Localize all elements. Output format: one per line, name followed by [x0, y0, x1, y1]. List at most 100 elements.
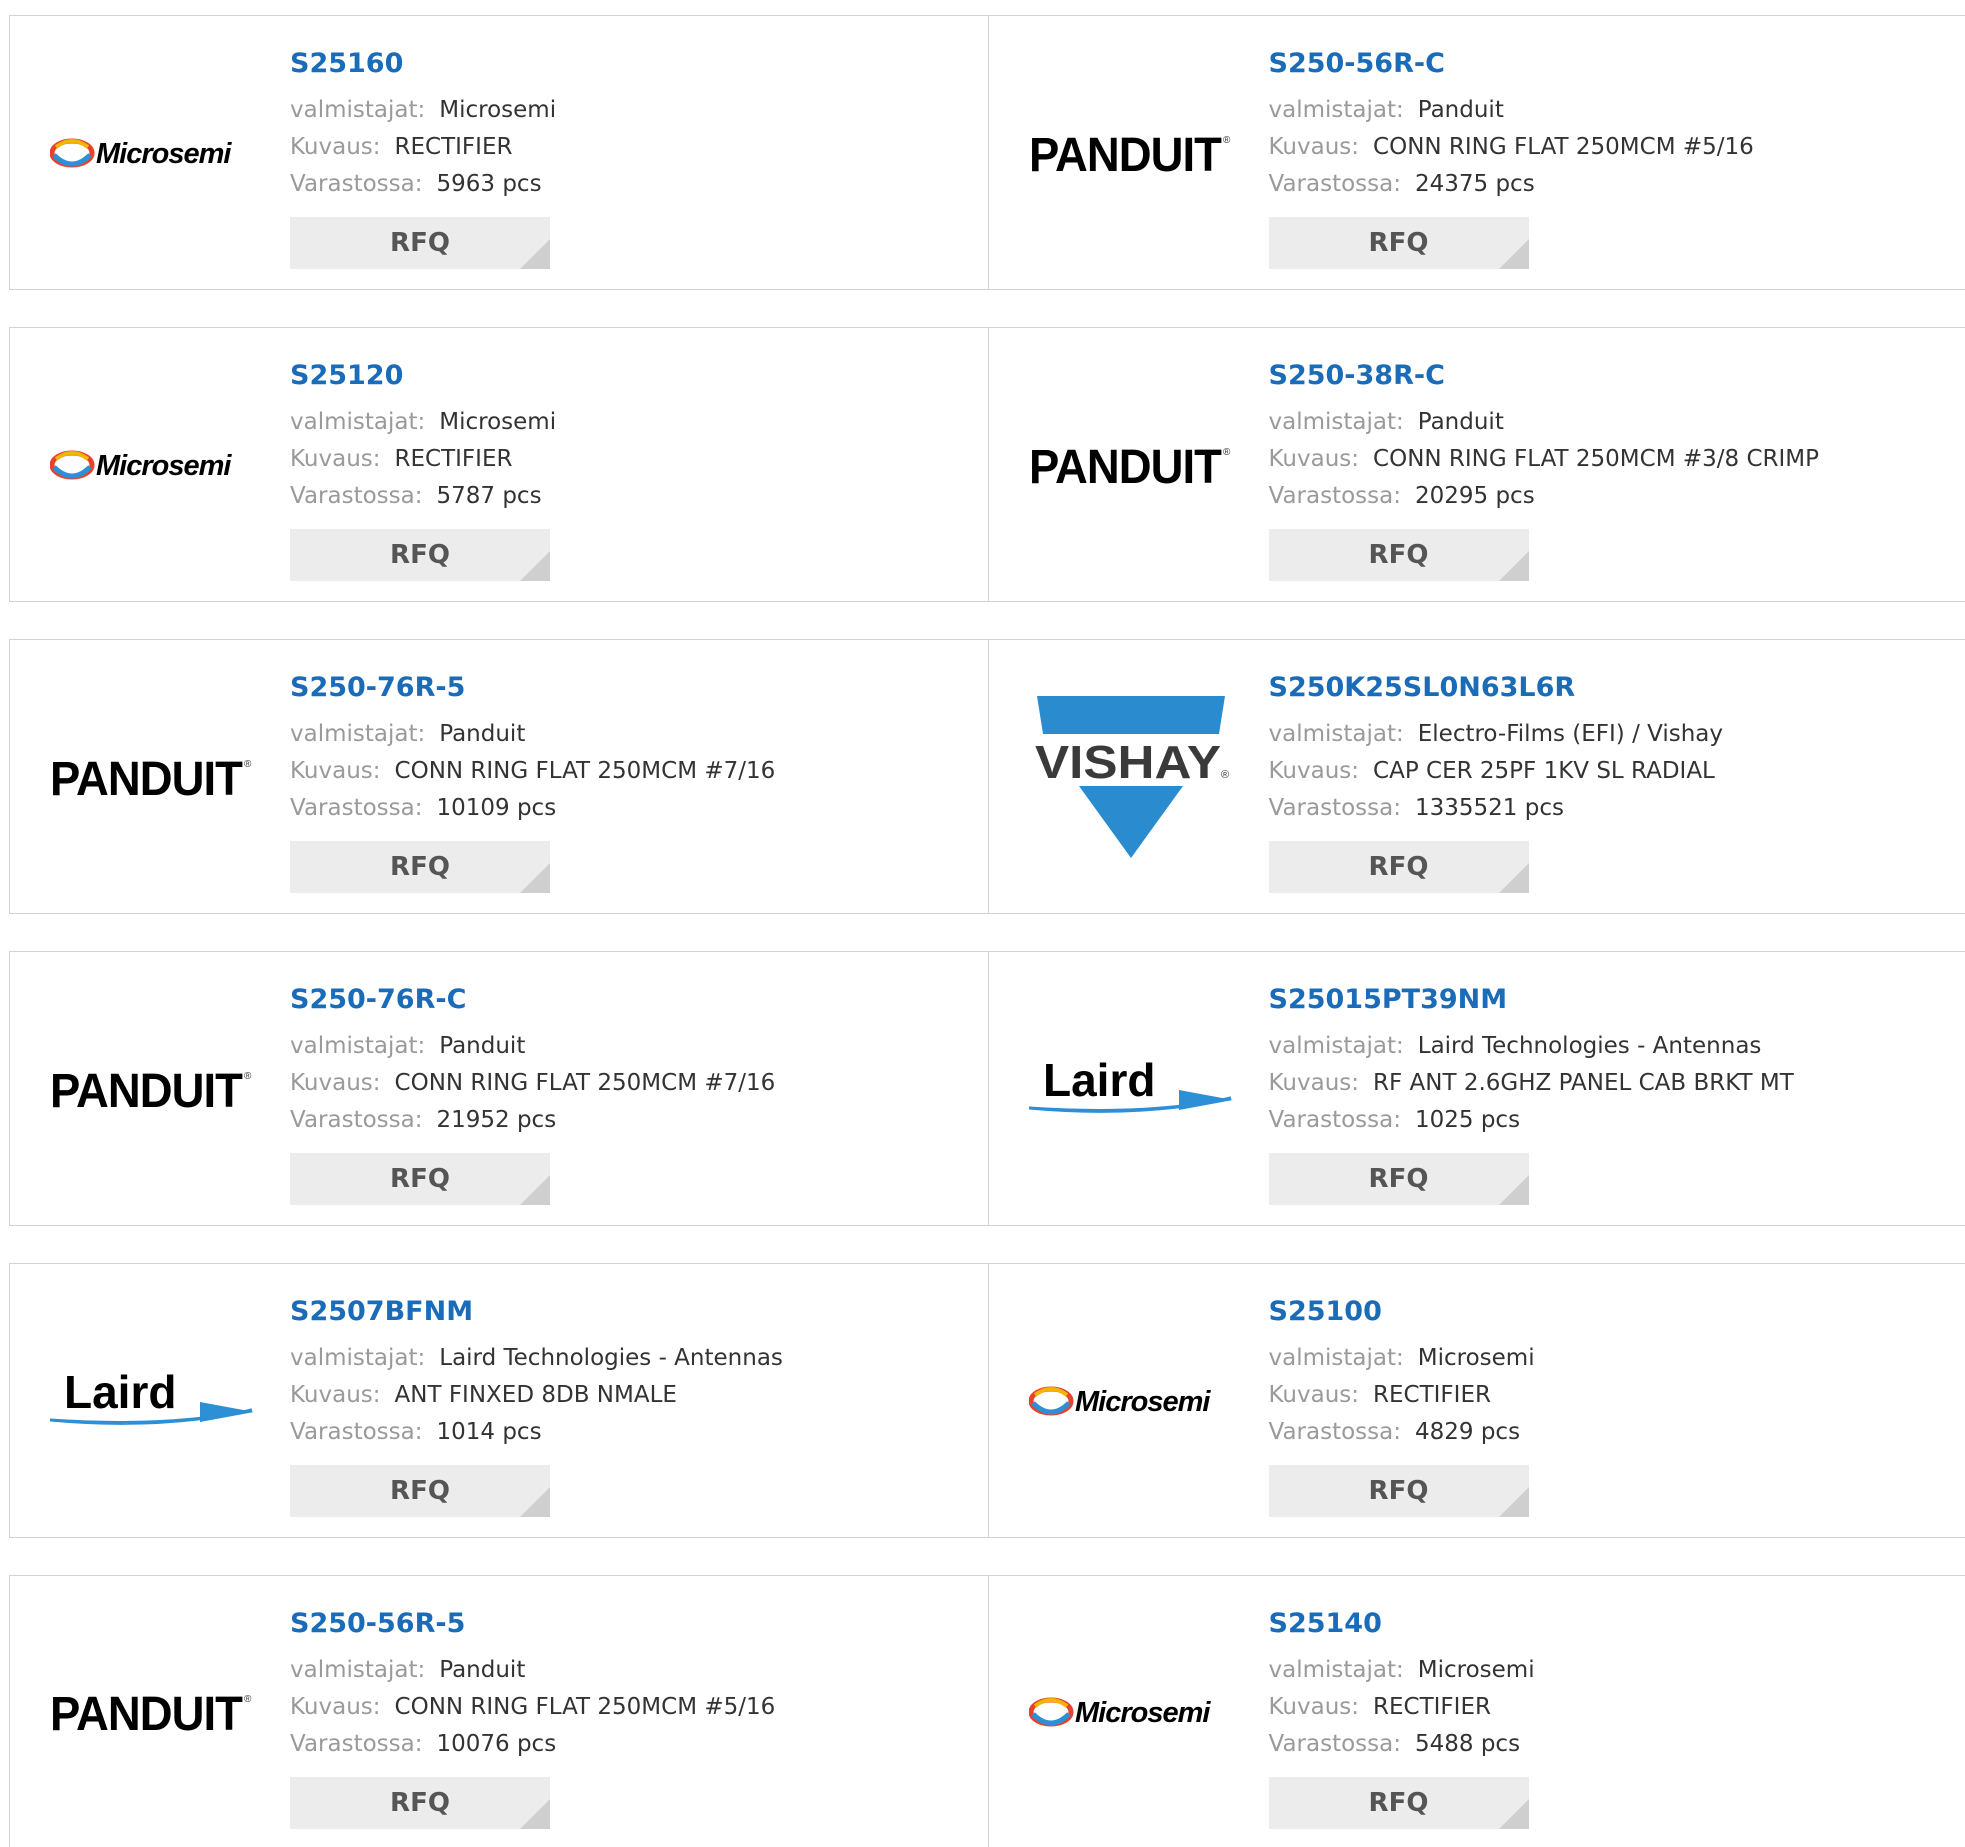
part-number-link[interactable]: S250K25SL0N63L6R [1269, 670, 1724, 706]
vishay-logo: VISHAY ® [1029, 692, 1233, 862]
manufacturer-label: valmistajat: [290, 97, 425, 123]
product-info: S250-56R-5valmistajat:PanduitKuvaus:CONN… [290, 1606, 775, 1829]
manufacturer-line: valmistajat:Microsemi [290, 92, 556, 129]
product-row: Microsemi S25160valmistajat:MicrosemiKuv… [9, 15, 1965, 290]
svg-text:PANDUIT: PANDUIT [50, 753, 243, 805]
stock-line: Varastossa:21952 pcs [290, 1102, 775, 1139]
description-label: Kuvaus: [1269, 1382, 1360, 1408]
panduit-logo: PANDUIT ® [50, 749, 254, 805]
stock-label: Varastossa: [1269, 483, 1401, 509]
rfq-label: RFQ [1369, 228, 1429, 258]
description-value: CONN RING FLAT 250MCM #7/16 [395, 758, 776, 784]
manufacturer-logo[interactable]: PANDUIT ® [1029, 68, 1233, 238]
rfq-button[interactable]: RFQ [1269, 1153, 1529, 1205]
part-number-link[interactable]: S25120 [290, 358, 556, 394]
part-number-link[interactable]: S25015PT39NM [1269, 982, 1794, 1018]
product-info: S25100valmistajat:MicrosemiKuvaus:RECTIF… [1269, 1294, 1535, 1517]
product-card: VISHAY ® S250K25SL0N63L6Rvalmistajat:Ele… [988, 640, 1965, 913]
rfq-label: RFQ [1369, 852, 1429, 882]
manufacturer-logo[interactable]: Microsemi [50, 380, 254, 550]
part-number-link[interactable]: S2507BFNM [290, 1294, 783, 1330]
description-label: Kuvaus: [1269, 446, 1360, 472]
description-value: ANT FINXED 8DB NMALE [395, 1382, 677, 1408]
rfq-button[interactable]: RFQ [290, 529, 550, 581]
manufacturer-value: Panduit [439, 1033, 525, 1059]
rfq-button[interactable]: RFQ [290, 1777, 550, 1829]
description-line: Kuvaus:CONN RING FLAT 250MCM #7/16 [290, 1065, 775, 1102]
description-label: Kuvaus: [290, 134, 381, 160]
description-line: Kuvaus:RECTIFIER [1269, 1377, 1535, 1414]
svg-text:®: ® [1221, 769, 1229, 781]
product-card: PANDUIT ® S250-56R-5valmistajat:PanduitK… [10, 1576, 988, 1847]
manufacturer-label: valmistajat: [290, 1345, 425, 1371]
svg-text:PANDUIT: PANDUIT [1029, 441, 1222, 493]
description-line: Kuvaus:CONN RING FLAT 250MCM #7/16 [290, 753, 775, 790]
rfq-corner-decoration [520, 239, 550, 269]
rfq-label: RFQ [390, 228, 450, 258]
rfq-button[interactable]: RFQ [290, 1153, 550, 1205]
svg-text:®: ® [1223, 447, 1231, 458]
rfq-button[interactable]: RFQ [1269, 1777, 1529, 1829]
manufacturer-logo[interactable]: Laird [1029, 1004, 1233, 1174]
manufacturer-logo[interactable]: Microsemi [50, 68, 254, 238]
manufacturer-logo[interactable]: Laird [50, 1316, 254, 1486]
rfq-button[interactable]: RFQ [290, 841, 550, 893]
manufacturer-logo[interactable]: Microsemi [1029, 1316, 1233, 1486]
stock-line: Varastossa:1335521 pcs [1269, 790, 1724, 827]
product-card: Laird S25015PT39NMvalmistajat:Laird Tech… [988, 952, 1965, 1225]
description-label: Kuvaus: [290, 446, 381, 472]
rfq-corner-decoration [520, 863, 550, 893]
part-number-link[interactable]: S25100 [1269, 1294, 1535, 1330]
part-number-link[interactable]: S25140 [1269, 1606, 1535, 1642]
svg-text:PANDUIT: PANDUIT [50, 1688, 243, 1740]
stock-label: Varastossa: [1269, 795, 1401, 821]
rfq-button[interactable]: RFQ [290, 217, 550, 269]
rfq-corner-decoration [520, 1799, 550, 1829]
stock-value: 21952 pcs [436, 1107, 556, 1133]
manufacturer-logo[interactable]: Microsemi [1029, 1627, 1233, 1797]
description-value: CONN RING FLAT 250MCM #7/16 [395, 1070, 776, 1096]
product-info: S250-76R-5valmistajat:PanduitKuvaus:CONN… [290, 670, 775, 893]
manufacturer-logo[interactable]: VISHAY ® [1029, 692, 1233, 862]
description-value: CONN RING FLAT 250MCM #5/16 [1373, 134, 1754, 160]
product-row: Laird S2507BFNMvalmistajat:Laird Technol… [9, 1263, 1965, 1538]
rfq-label: RFQ [1369, 1476, 1429, 1506]
part-number-link[interactable]: S250-76R-5 [290, 670, 775, 706]
description-label: Kuvaus: [1269, 758, 1360, 784]
rfq-corner-decoration [1499, 239, 1529, 269]
stock-label: Varastossa: [1269, 1419, 1401, 1445]
manufacturer-logo[interactable]: PANDUIT ® [50, 1004, 254, 1174]
microsemi-logo: Microsemi [50, 445, 254, 485]
stock-value: 5787 pcs [436, 483, 541, 509]
stock-line: Varastossa:1025 pcs [1269, 1102, 1794, 1139]
panduit-logo: PANDUIT ® [50, 1684, 254, 1740]
rfq-label: RFQ [390, 1788, 450, 1818]
manufacturer-logo[interactable]: PANDUIT ® [1029, 380, 1233, 550]
microsemi-logo: Microsemi [1029, 1381, 1233, 1421]
part-number-link[interactable]: S250-76R-C [290, 982, 775, 1018]
description-label: Kuvaus: [1269, 1694, 1360, 1720]
rfq-corner-decoration [520, 1175, 550, 1205]
manufacturer-label: valmistajat: [1269, 409, 1404, 435]
rfq-corner-decoration [1499, 1487, 1529, 1517]
rfq-button[interactable]: RFQ [290, 1465, 550, 1517]
part-number-link[interactable]: S250-38R-C [1269, 358, 1820, 394]
manufacturer-line: valmistajat:Panduit [290, 1028, 775, 1065]
manufacturer-logo[interactable]: PANDUIT ® [50, 692, 254, 862]
rfq-button[interactable]: RFQ [1269, 841, 1529, 893]
stock-label: Varastossa: [290, 171, 422, 197]
rfq-button[interactable]: RFQ [1269, 1465, 1529, 1517]
part-number-link[interactable]: S250-56R-5 [290, 1606, 775, 1642]
stock-line: Varastossa:5963 pcs [290, 166, 556, 203]
manufacturer-logo[interactable]: PANDUIT ® [50, 1627, 254, 1797]
stock-line: Varastossa:24375 pcs [1269, 166, 1754, 203]
laird-logo: Laird [50, 1366, 254, 1436]
description-line: Kuvaus:RECTIFIER [290, 129, 556, 166]
panduit-logo: PANDUIT ® [1029, 125, 1233, 181]
rfq-button[interactable]: RFQ [1269, 529, 1529, 581]
description-label: Kuvaus: [1269, 134, 1360, 160]
rfq-button[interactable]: RFQ [1269, 217, 1529, 269]
part-number-link[interactable]: S250-56R-C [1269, 46, 1754, 82]
product-row: PANDUIT ® S250-76R-5valmistajat:PanduitK… [9, 639, 1965, 914]
part-number-link[interactable]: S25160 [290, 46, 556, 82]
